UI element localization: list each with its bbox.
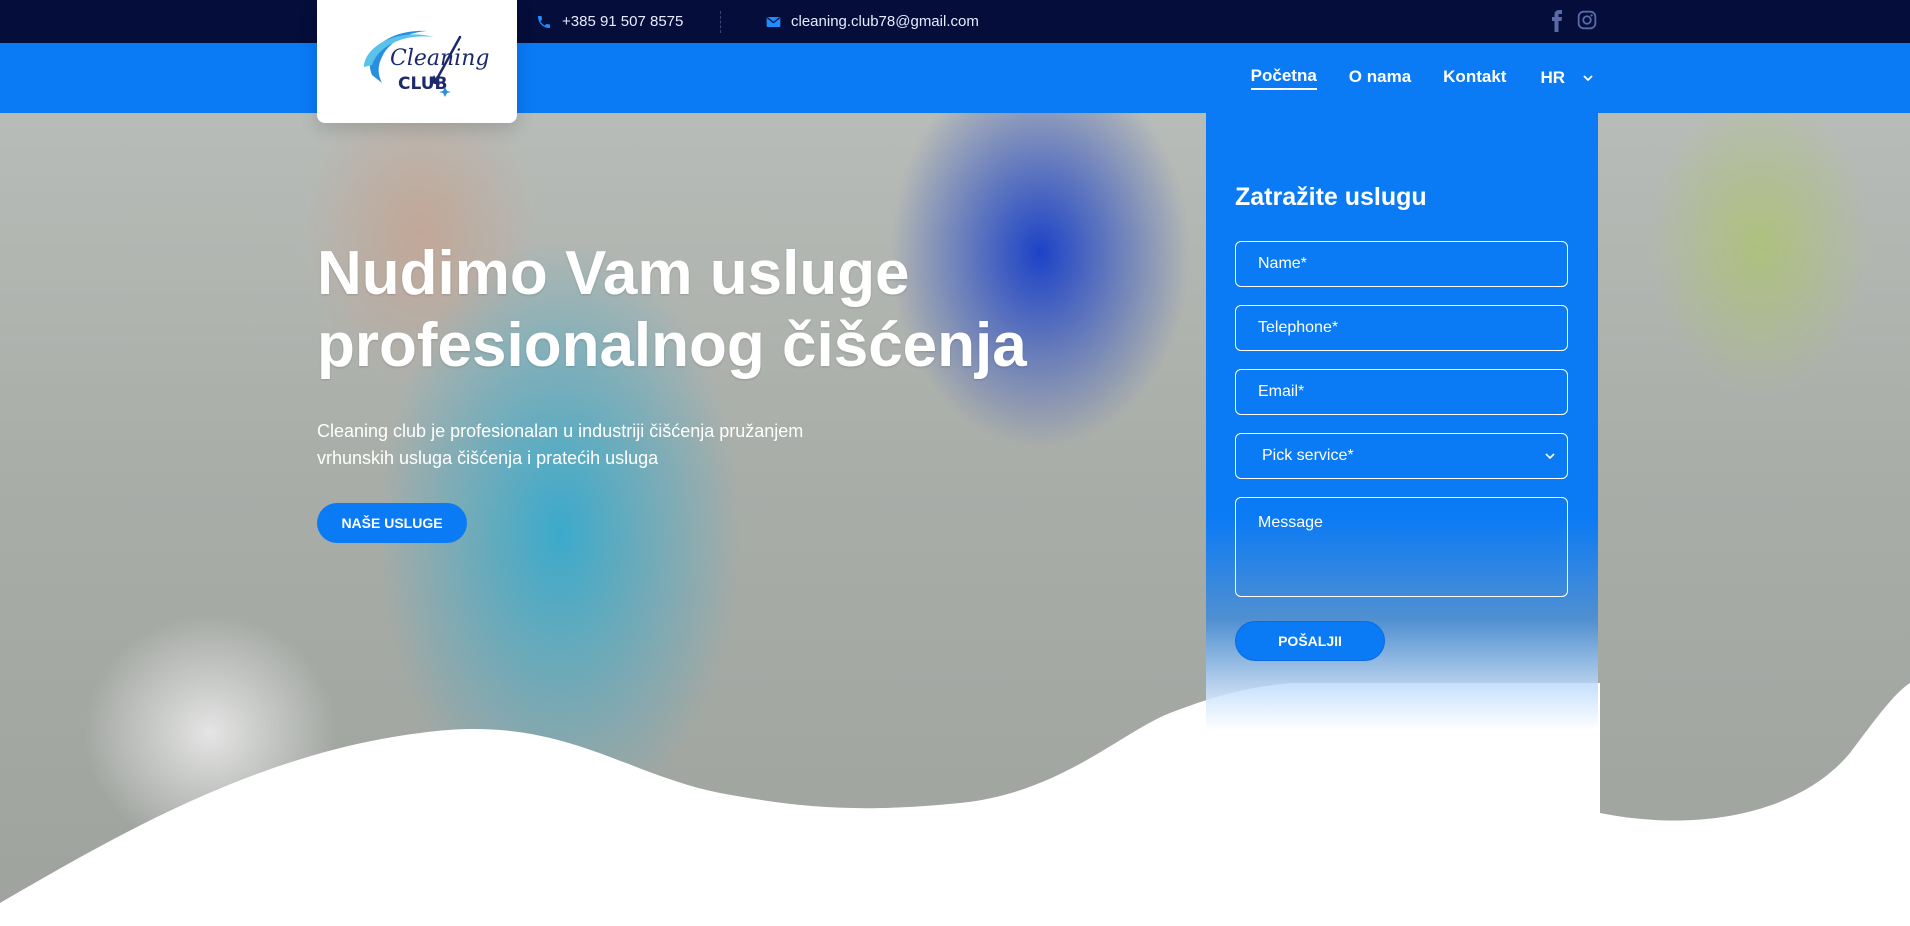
logo-text-club: CLUB: [398, 74, 447, 94]
hero-wave-shape: [0, 683, 1910, 926]
chevron-down-icon: [1545, 452, 1555, 459]
main-nav: Početna O nama Kontakt HR: [1219, 43, 1593, 113]
logo-text-cleaning: Cleaning: [390, 46, 489, 71]
service-select[interactable]: Pick service*: [1235, 433, 1568, 479]
nav-item-o-nama[interactable]: O nama: [1349, 67, 1411, 89]
language-label: HR: [1540, 68, 1565, 87]
logo[interactable]: Cleaning CLUB: [317, 0, 517, 123]
contact-divider: [720, 11, 721, 33]
language-selector[interactable]: HR: [1540, 68, 1593, 88]
email-field[interactable]: Email*: [1235, 369, 1568, 415]
send-button[interactable]: POŠALJII: [1235, 621, 1385, 661]
phone-icon: [538, 15, 550, 28]
top-bar: +385 91 507 8575 cleaning.club78@gmail.c…: [0, 0, 1910, 43]
instagram-link[interactable]: [1577, 10, 1597, 30]
message-field[interactable]: Message: [1235, 497, 1568, 597]
nav-item-kontakt[interactable]: Kontakt: [1443, 67, 1506, 89]
phone-number: +385 91 507 8575: [562, 13, 684, 30]
name-field[interactable]: Name*: [1235, 241, 1568, 287]
nav-item-pocetna[interactable]: Početna: [1250, 66, 1317, 90]
instagram-icon: [1577, 10, 1597, 30]
facebook-icon: [1552, 10, 1562, 32]
email-contact[interactable]: cleaning.club78@gmail.com: [766, 0, 979, 43]
mail-icon: [766, 16, 781, 27]
form-title: Zatražite uslugu: [1235, 183, 1427, 211]
facebook-link[interactable]: [1551, 10, 1563, 32]
service-request-form: Zatražite uslugu Name* Telephone* Email*…: [1206, 113, 1598, 763]
telephone-field[interactable]: Telephone*: [1235, 305, 1568, 351]
phone-contact[interactable]: +385 91 507 8575: [536, 0, 683, 43]
email-address: cleaning.club78@gmail.com: [791, 13, 979, 30]
chevron-down-icon: [1583, 74, 1593, 81]
main-navbar: [0, 43, 1910, 113]
service-select-value: Pick service*: [1262, 447, 1354, 464]
cleaning-club-logo: Cleaning CLUB: [364, 30, 489, 97]
hero-section: Nudimo Vam usluge profesionalnog čišćenj…: [0, 113, 1910, 926]
